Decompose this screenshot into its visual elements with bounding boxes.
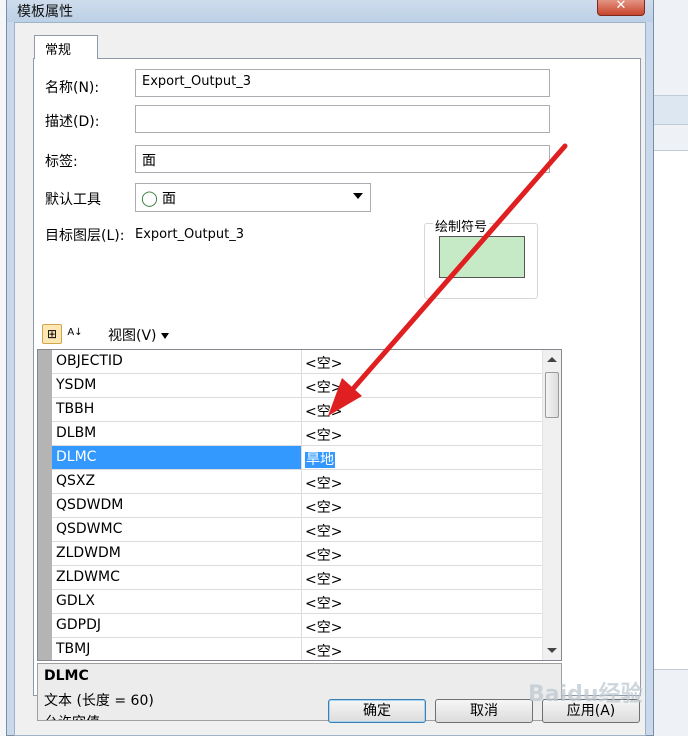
target-layer-label: 目标图层(L): bbox=[45, 228, 125, 244]
grid-row[interactable]: TBBH <空> bbox=[52, 398, 544, 422]
field-value[interactable]: <空> bbox=[302, 398, 544, 421]
tab-general[interactable]: 常规 bbox=[34, 35, 98, 59]
field-name: QSXZ bbox=[52, 470, 302, 493]
field-value[interactable]: <空> bbox=[302, 518, 544, 541]
symbol-swatch[interactable] bbox=[439, 236, 525, 278]
cancel-button[interactable]: 取消 bbox=[435, 699, 533, 723]
grid-row[interactable]: TBMJ <空> bbox=[52, 638, 544, 660]
chevron-down-icon[interactable] bbox=[353, 193, 363, 199]
field-value[interactable]: <空> bbox=[302, 350, 544, 373]
field-value[interactable]: <空> bbox=[302, 638, 544, 660]
field-name: TBBH bbox=[52, 398, 302, 421]
field-value-text: <空> bbox=[305, 572, 343, 588]
grid-row[interactable]: QSXZ <空> bbox=[52, 470, 544, 494]
ok-button[interactable]: 确定 bbox=[328, 699, 426, 723]
scroll-up-icon[interactable] bbox=[547, 357, 557, 362]
tag-field[interactable]: 面 bbox=[135, 145, 550, 173]
draw-symbol-group: 绘制符号 bbox=[424, 216, 538, 299]
categorized-view-button[interactable]: ⊞ bbox=[42, 324, 62, 344]
name-value: Export_Output_3 bbox=[142, 74, 251, 89]
field-value-text: <空> bbox=[305, 596, 343, 612]
polygon-tool-icon: ◯ bbox=[141, 189, 158, 207]
grid-gutter bbox=[38, 350, 52, 660]
field-value-editor[interactable]: 旱地 bbox=[302, 446, 544, 469]
field-name: GDPDJ bbox=[52, 614, 302, 637]
field-value[interactable]: <空> bbox=[302, 374, 544, 397]
field-value-text: <空> bbox=[305, 644, 343, 660]
default-tool-label: 默认工具 bbox=[45, 192, 101, 208]
background-app-right bbox=[650, 0, 688, 736]
view-menu-label: 视图(V) bbox=[108, 328, 157, 344]
field-name: QSDWMC bbox=[52, 518, 302, 541]
grid-row[interactable]: YSDM <空> bbox=[52, 374, 544, 398]
description-label: 描述(D): bbox=[45, 114, 100, 130]
field-name: DLMC bbox=[52, 446, 302, 469]
scroll-down-icon[interactable] bbox=[547, 648, 557, 653]
property-grid[interactable]: OBJECTID <空> YSDM <空> TBBH <空> DLBM <空> … bbox=[37, 349, 562, 661]
field-name: OBJECTID bbox=[52, 350, 302, 373]
field-value-text: <空> bbox=[305, 404, 343, 420]
scroll-thumb[interactable] bbox=[545, 372, 559, 418]
field-name: GDLX bbox=[52, 590, 302, 613]
close-icon: ✕ bbox=[615, 0, 627, 13]
watermark: Baidu经验 bbox=[528, 682, 643, 707]
field-name: ZLDWDM bbox=[52, 542, 302, 565]
grid-row[interactable]: QSDWMC <空> bbox=[52, 518, 544, 542]
field-value[interactable]: <空> bbox=[302, 590, 544, 613]
target-layer-value: Export_Output_3 bbox=[135, 227, 244, 242]
grid-row[interactable]: DLBM <空> bbox=[52, 422, 544, 446]
template-properties-dialog: 模板属性 ✕ 常规 名称(N): Export_Output_3 描述(D): … bbox=[6, 0, 654, 736]
field-name: TBMJ bbox=[52, 638, 302, 660]
tag-label: 标签: bbox=[45, 154, 78, 170]
field-value[interactable]: <空> bbox=[302, 470, 544, 493]
grid-row[interactable]: GDLX <空> bbox=[52, 590, 544, 614]
field-value-text: <空> bbox=[305, 620, 343, 636]
caret-down-icon bbox=[160, 333, 169, 339]
tab-label: 常规 bbox=[45, 43, 72, 58]
title-bar[interactable]: 模板属性 ✕ bbox=[7, 0, 653, 22]
grid-row[interactable]: ZLDWMC <空> bbox=[52, 566, 544, 590]
field-value-text: <空> bbox=[305, 356, 343, 372]
field-name: ZLDWMC bbox=[52, 566, 302, 589]
field-value-text: <空> bbox=[305, 524, 343, 540]
tag-value: 面 bbox=[142, 153, 156, 169]
dialog-title: 模板属性 bbox=[17, 4, 73, 20]
name-label: 名称(N): bbox=[45, 80, 100, 96]
field-name: DLBM bbox=[52, 422, 302, 445]
field-name: YSDM bbox=[52, 374, 302, 397]
grid-row[interactable]: OBJECTID <空> bbox=[52, 350, 544, 374]
description-title: DLMC bbox=[44, 668, 89, 684]
grid-row-selected[interactable]: DLMC 旱地 bbox=[52, 446, 544, 470]
background-pane bbox=[650, 150, 688, 670]
background-pane bbox=[650, 95, 688, 125]
default-tool-value: 面 bbox=[162, 191, 176, 207]
field-value-text: <空> bbox=[305, 500, 343, 516]
field-value-text: <空> bbox=[305, 380, 343, 396]
field-value-text: <空> bbox=[305, 428, 343, 444]
field-value[interactable]: <空> bbox=[302, 542, 544, 565]
draw-symbol-label: 绘制符号 bbox=[433, 216, 490, 235]
general-tab-panel: 名称(N): Export_Output_3 描述(D): 标签: 面 默认工具… bbox=[33, 58, 641, 721]
field-value[interactable]: <空> bbox=[302, 566, 544, 589]
grid-row[interactable]: GDPDJ <空> bbox=[52, 614, 544, 638]
dialog-client-area: 常规 名称(N): Export_Output_3 描述(D): 标签: 面 默… bbox=[14, 22, 646, 736]
default-tool-combo[interactable]: ◯ 面 bbox=[135, 183, 371, 212]
sort-az-icon: A↓ bbox=[67, 327, 83, 338]
description-field[interactable] bbox=[135, 105, 550, 133]
categorized-icon: ⊞ bbox=[46, 327, 58, 341]
field-value-text: <空> bbox=[305, 548, 343, 564]
grid-row[interactable]: ZLDWDM <空> bbox=[52, 542, 544, 566]
sort-alphabetical-button[interactable]: A↓ bbox=[65, 324, 85, 344]
grid-scrollbar[interactable] bbox=[542, 350, 561, 660]
field-name: QSDWDM bbox=[52, 494, 302, 517]
field-value[interactable]: <空> bbox=[302, 422, 544, 445]
field-value[interactable]: <空> bbox=[302, 614, 544, 637]
field-value-text: <空> bbox=[305, 476, 343, 492]
name-field[interactable]: Export_Output_3 bbox=[135, 69, 550, 97]
grid-row[interactable]: QSDWDM <空> bbox=[52, 494, 544, 518]
close-button[interactable]: ✕ bbox=[597, 0, 645, 16]
field-value-text: 旱地 bbox=[305, 452, 335, 468]
field-value[interactable]: <空> bbox=[302, 494, 544, 517]
view-menu[interactable]: 视图(V) bbox=[108, 325, 169, 345]
